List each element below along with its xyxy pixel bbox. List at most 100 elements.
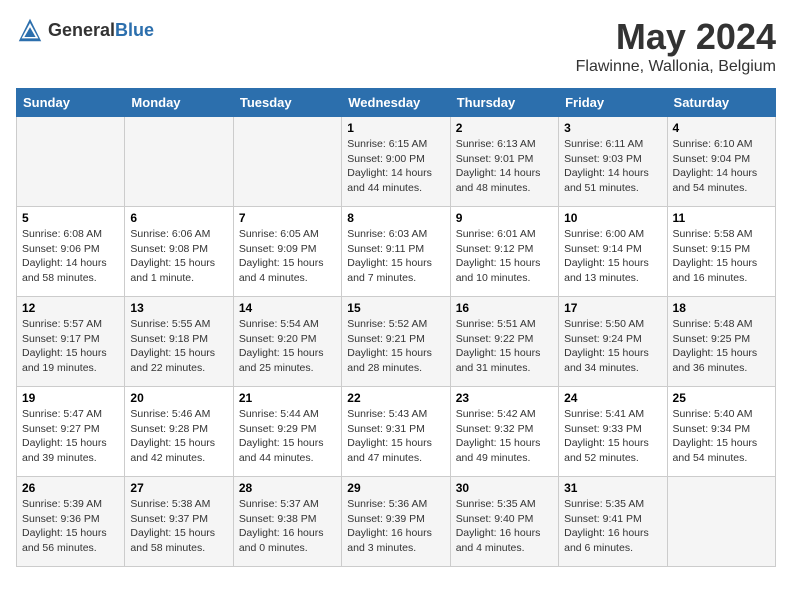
calendar-day-cell: 19 Sunrise: 5:47 AM Sunset: 9:27 PM Dayli… (17, 387, 125, 477)
day-number: 6 (130, 211, 227, 225)
calendar-day-cell: 3 Sunrise: 6:11 AM Sunset: 9:03 PM Daylig… (559, 117, 667, 207)
calendar-week-row: 26Sunrise: 5:39 AM Sunset: 9:36 PM Dayli… (17, 477, 776, 567)
calendar-day-cell: 24Sunrise: 5:41 AM Sunset: 9:33 PM Dayli… (559, 387, 667, 477)
day-info: Sunrise: 6:13 AM Sunset: 9:01 PM Dayligh… (456, 137, 553, 196)
logo-general: General (48, 20, 115, 40)
calendar-day-cell: 30 Sunrise: 5:35 AM Sunset: 9:40 PM Dayli… (450, 477, 558, 567)
calendar-day-cell: 29 Sunrise: 5:36 AM Sunset: 9:39 PM Dayli… (342, 477, 450, 567)
day-number: 28 (239, 481, 336, 495)
calendar-week-row: 12Sunrise: 5:57 AM Sunset: 9:17 PM Dayli… (17, 297, 776, 387)
day-info: Sunrise: 5:46 AM Sunset: 9:28 PM Dayligh… (130, 407, 227, 466)
calendar-day-cell: 23 Sunrise: 5:42 AM Sunset: 9:32 PM Dayli… (450, 387, 558, 477)
calendar-day-cell: 26Sunrise: 5:39 AM Sunset: 9:36 PM Dayli… (17, 477, 125, 567)
day-number: 9 (456, 211, 553, 225)
day-number: 26 (22, 481, 119, 495)
day-info: Sunrise: 5:42 AM Sunset: 9:32 PM Dayligh… (456, 407, 553, 466)
title-block: May 2024 Flawinne, Wallonia, Belgium (576, 16, 776, 76)
calendar-day-cell: 28 Sunrise: 5:37 AM Sunset: 9:38 PM Dayli… (233, 477, 341, 567)
day-info: Sunrise: 5:48 AM Sunset: 9:25 PM Dayligh… (673, 317, 770, 376)
calendar-day-cell: 25 Sunrise: 5:40 AM Sunset: 9:34 PM Dayli… (667, 387, 775, 477)
day-info: Sunrise: 6:01 AM Sunset: 9:12 PM Dayligh… (456, 227, 553, 286)
calendar-day-cell: 7 Sunrise: 6:05 AM Sunset: 9:09 PM Daylig… (233, 207, 341, 297)
calendar-header-row: SundayMondayTuesdayWednesdayThursdayFrid… (17, 89, 776, 117)
day-number: 21 (239, 391, 336, 405)
calendar-day-cell (233, 117, 341, 207)
day-info: Sunrise: 5:36 AM Sunset: 9:39 PM Dayligh… (347, 497, 444, 556)
day-number: 4 (673, 121, 770, 135)
calendar-day-header: Monday (125, 89, 233, 117)
day-number: 10 (564, 211, 661, 225)
day-number: 7 (239, 211, 336, 225)
day-info: Sunrise: 5:47 AM Sunset: 9:27 PM Dayligh… (22, 407, 119, 466)
day-info: Sunrise: 5:44 AM Sunset: 9:29 PM Dayligh… (239, 407, 336, 466)
day-number: 11 (673, 211, 770, 225)
day-number: 15 (347, 301, 444, 315)
logo-icon (16, 16, 44, 44)
calendar-day-cell: 2Sunrise: 6:13 AM Sunset: 9:01 PM Daylig… (450, 117, 558, 207)
day-info: Sunrise: 5:35 AM Sunset: 9:40 PM Dayligh… (456, 497, 553, 556)
day-number: 16 (456, 301, 553, 315)
day-number: 22 (347, 391, 444, 405)
day-number: 13 (130, 301, 227, 315)
day-number: 8 (347, 211, 444, 225)
day-number: 14 (239, 301, 336, 315)
day-info: Sunrise: 5:37 AM Sunset: 9:38 PM Dayligh… (239, 497, 336, 556)
calendar-day-cell: 21 Sunrise: 5:44 AM Sunset: 9:29 PM Dayli… (233, 387, 341, 477)
calendar-day-cell: 14Sunrise: 5:54 AM Sunset: 9:20 PM Dayli… (233, 297, 341, 387)
calendar-day-cell: 20 Sunrise: 5:46 AM Sunset: 9:28 PM Dayli… (125, 387, 233, 477)
calendar-day-cell: 16 Sunrise: 5:51 AM Sunset: 9:22 PM Dayli… (450, 297, 558, 387)
day-info: Sunrise: 5:55 AM Sunset: 9:18 PM Dayligh… (130, 317, 227, 376)
calendar-day-header: Tuesday (233, 89, 341, 117)
calendar-day-cell: 22 Sunrise: 5:43 AM Sunset: 9:31 PM Dayli… (342, 387, 450, 477)
subtitle: Flawinne, Wallonia, Belgium (576, 58, 776, 76)
day-info: Sunrise: 6:05 AM Sunset: 9:09 PM Dayligh… (239, 227, 336, 286)
day-info: Sunrise: 5:51 AM Sunset: 9:22 PM Dayligh… (456, 317, 553, 376)
logo-text: GeneralBlue (48, 20, 154, 41)
day-info: Sunrise: 6:06 AM Sunset: 9:08 PM Dayligh… (130, 227, 227, 286)
calendar-week-row: 1 Sunrise: 6:15 AM Sunset: 9:00 PM Daylig… (17, 117, 776, 207)
day-number: 30 (456, 481, 553, 495)
day-info: Sunrise: 6:15 AM Sunset: 9:00 PM Dayligh… (347, 137, 444, 196)
day-info: Sunrise: 6:11 AM Sunset: 9:03 PM Dayligh… (564, 137, 661, 196)
calendar-day-cell: 17Sunrise: 5:50 AM Sunset: 9:24 PM Dayli… (559, 297, 667, 387)
day-info: Sunrise: 6:03 AM Sunset: 9:11 PM Dayligh… (347, 227, 444, 286)
calendar-day-cell: 8 Sunrise: 6:03 AM Sunset: 9:11 PM Daylig… (342, 207, 450, 297)
day-number: 29 (347, 481, 444, 495)
calendar-day-cell (17, 117, 125, 207)
calendar-week-row: 5 Sunrise: 6:08 AM Sunset: 9:06 PM Daylig… (17, 207, 776, 297)
day-number: 1 (347, 121, 444, 135)
day-number: 19 (22, 391, 119, 405)
calendar-day-cell: 4 Sunrise: 6:10 AM Sunset: 9:04 PM Daylig… (667, 117, 775, 207)
calendar-day-cell: 15 Sunrise: 5:52 AM Sunset: 9:21 PM Dayli… (342, 297, 450, 387)
calendar-day-cell: 11Sunrise: 5:58 AM Sunset: 9:15 PM Dayli… (667, 207, 775, 297)
page-header: GeneralBlue May 2024 Flawinne, Wallonia,… (16, 16, 776, 76)
day-number: 24 (564, 391, 661, 405)
calendar-day-header: Saturday (667, 89, 775, 117)
calendar-day-cell: 18Sunrise: 5:48 AM Sunset: 9:25 PM Dayli… (667, 297, 775, 387)
day-info: Sunrise: 5:57 AM Sunset: 9:17 PM Dayligh… (22, 317, 119, 376)
day-number: 17 (564, 301, 661, 315)
calendar-day-cell: 10Sunrise: 6:00 AM Sunset: 9:14 PM Dayli… (559, 207, 667, 297)
calendar-day-header: Thursday (450, 89, 558, 117)
day-info: Sunrise: 6:08 AM Sunset: 9:06 PM Dayligh… (22, 227, 119, 286)
day-info: Sunrise: 6:10 AM Sunset: 9:04 PM Dayligh… (673, 137, 770, 196)
day-number: 27 (130, 481, 227, 495)
day-info: Sunrise: 5:40 AM Sunset: 9:34 PM Dayligh… (673, 407, 770, 466)
calendar-day-cell (125, 117, 233, 207)
day-number: 3 (564, 121, 661, 135)
calendar-day-cell: 5 Sunrise: 6:08 AM Sunset: 9:06 PM Daylig… (17, 207, 125, 297)
main-title: May 2024 (576, 16, 776, 58)
calendar-week-row: 19 Sunrise: 5:47 AM Sunset: 9:27 PM Dayli… (17, 387, 776, 477)
calendar-day-cell: 12Sunrise: 5:57 AM Sunset: 9:17 PM Dayli… (17, 297, 125, 387)
calendar-day-cell: 1 Sunrise: 6:15 AM Sunset: 9:00 PM Daylig… (342, 117, 450, 207)
day-number: 23 (456, 391, 553, 405)
logo-blue: Blue (115, 20, 154, 40)
day-info: Sunrise: 5:52 AM Sunset: 9:21 PM Dayligh… (347, 317, 444, 376)
calendar-day-cell: 13 Sunrise: 5:55 AM Sunset: 9:18 PM Dayli… (125, 297, 233, 387)
day-number: 20 (130, 391, 227, 405)
calendar-day-cell: 9 Sunrise: 6:01 AM Sunset: 9:12 PM Daylig… (450, 207, 558, 297)
day-number: 5 (22, 211, 119, 225)
day-info: Sunrise: 5:43 AM Sunset: 9:31 PM Dayligh… (347, 407, 444, 466)
day-number: 25 (673, 391, 770, 405)
day-info: Sunrise: 5:38 AM Sunset: 9:37 PM Dayligh… (130, 497, 227, 556)
